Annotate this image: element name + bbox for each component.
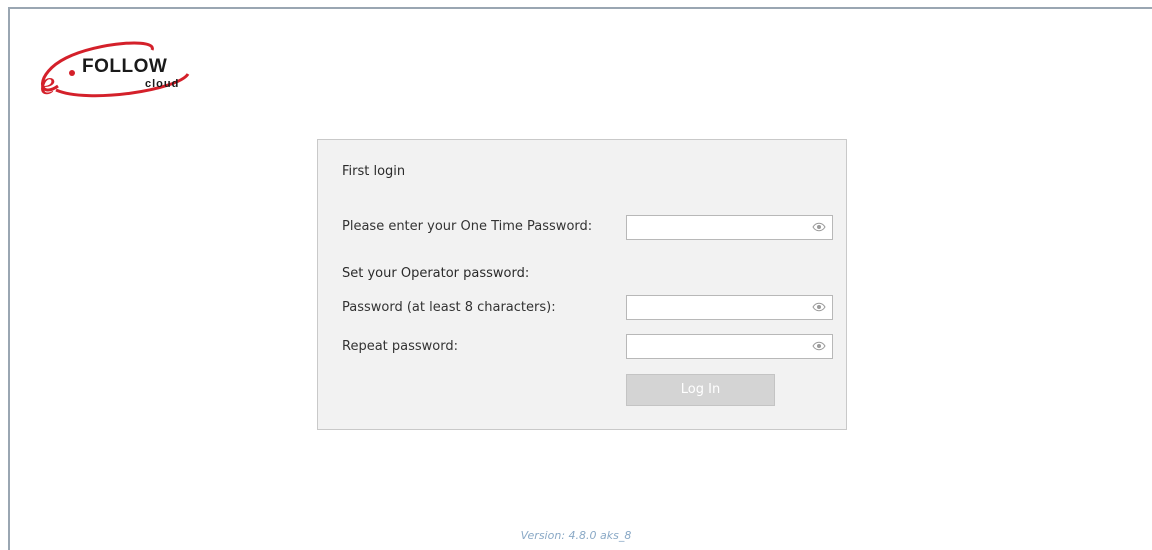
log-in-button[interactable]: Log In xyxy=(626,374,775,406)
password-field[interactable] xyxy=(626,295,833,320)
show-password-eye-icon[interactable] xyxy=(812,222,826,232)
show-password-eye-icon[interactable] xyxy=(812,302,826,312)
operator-password-section-label: Set your Operator password: xyxy=(342,266,530,281)
repeat-password-label: Repeat password: xyxy=(342,339,458,354)
login-panel: First login Please enter your One Time P… xyxy=(317,139,847,430)
otp-label: Please enter your One Time Password: xyxy=(342,219,593,234)
version-text: Version: 4.8.0 aks_8 xyxy=(520,529,632,542)
password-input[interactable] xyxy=(627,296,815,319)
repeat-password-input[interactable] xyxy=(627,335,815,358)
logo-sub-text: cloud xyxy=(145,78,180,90)
svg-text:e: e xyxy=(40,65,55,102)
panel-title: First login xyxy=(342,164,406,179)
efollow-logo: e FOLLOW cloud xyxy=(28,34,200,110)
show-password-eye-icon[interactable] xyxy=(812,341,826,351)
otp-field[interactable] xyxy=(626,215,833,240)
password-label: Password (at least 8 characters): xyxy=(342,300,556,315)
logo-brand-text: FOLLOW xyxy=(82,56,168,77)
repeat-password-field[interactable] xyxy=(626,334,833,359)
otp-input[interactable] xyxy=(627,216,815,239)
